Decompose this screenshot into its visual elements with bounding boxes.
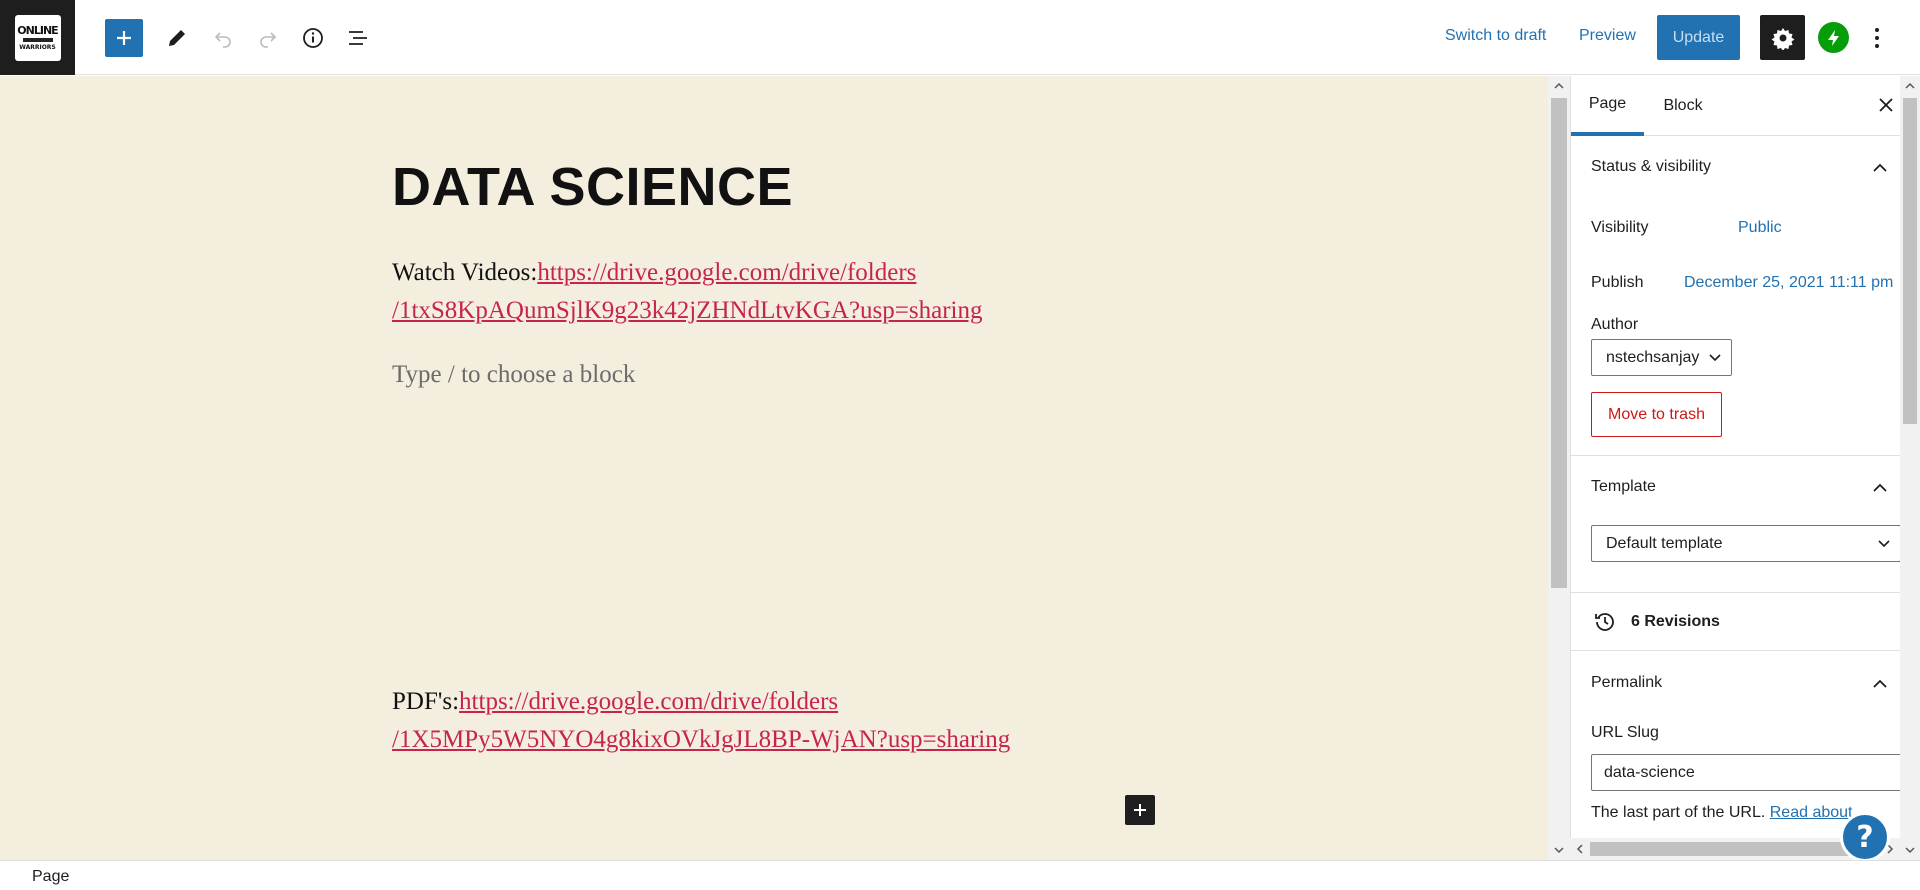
editor-header: ONLINE WARRIORS Switch to draft Preview …: [0, 0, 1920, 75]
block-inserter-button[interactable]: [1125, 795, 1155, 825]
url-slug-label: URL Slug: [1591, 724, 1659, 741]
author-select[interactable]: nstechsanjay: [1591, 339, 1732, 376]
permalink-panel-toggle[interactable]: Permalink: [1571, 652, 1900, 714]
undo-button[interactable]: [204, 19, 242, 57]
editor-scrollbar-thumb[interactable]: [1551, 98, 1567, 588]
permalink-help-text: The last part of the URL. Read about: [1591, 804, 1852, 822]
chevron-up-icon: [1869, 476, 1891, 498]
watch-link-line2: /1txS8KpAQumSjlK9g23k42jZHNdLtvKGA?usp=s…: [392, 297, 983, 324]
chevron-up-icon: [1869, 672, 1891, 694]
author-label: Author: [1591, 316, 1639, 333]
empty-block-placeholder[interactable]: Type / to choose a block: [392, 356, 1152, 394]
revisions-link[interactable]: 6 Revisions: [1591, 608, 1720, 636]
sidebar-tabs: Page Block: [1571, 76, 1900, 136]
switch-to-draft-button[interactable]: Switch to draft: [1445, 27, 1546, 45]
jetpack-icon: [1827, 29, 1839, 46]
pdfs-label: PDF's:: [392, 688, 460, 715]
history-icon: [1591, 608, 1619, 636]
template-panel-toggle[interactable]: Template: [1571, 456, 1900, 518]
publish-label: Publish: [1591, 274, 1644, 291]
horizontal-scrollbar-thumb[interactable]: [1590, 842, 1870, 856]
options-menu-button[interactable]: [1862, 19, 1892, 57]
visibility-toggle[interactable]: Public: [1738, 219, 1782, 237]
tab-block[interactable]: Block: [1653, 76, 1713, 136]
help-button[interactable]: ?: [1840, 812, 1890, 862]
status-visibility-heading: Status & visibility: [1591, 158, 1712, 175]
logo-text-line2: WARRIORS: [19, 43, 56, 51]
visibility-label: Visibility: [1591, 219, 1649, 236]
settings-button[interactable]: [1760, 15, 1805, 60]
tools-button[interactable]: [158, 19, 196, 57]
logo-text-line1: ONLINE: [17, 23, 58, 37]
editor-canvas[interactable]: DATA SCIENCE Watch Videos:https://drive.…: [0, 76, 1548, 860]
sidebar-scrollbar-thumb[interactable]: [1903, 98, 1917, 424]
publish-date-toggle[interactable]: December 25, 2021 11:11 pm: [1684, 274, 1893, 292]
template-heading: Template: [1591, 478, 1656, 495]
revisions-label: 6 Revisions: [1631, 613, 1720, 630]
settings-sidebar: Page Block Status & visibility Visibilit…: [1570, 76, 1900, 860]
more-vertical-icon: [1875, 28, 1879, 48]
paragraph-pdfs[interactable]: PDF's:https://drive.google.com/drive/fol…: [392, 683, 1152, 759]
close-sidebar-button[interactable]: [1871, 90, 1900, 120]
chevron-down-icon: [1876, 536, 1892, 552]
scroll-up-arrow[interactable]: [1900, 76, 1920, 96]
close-icon: [1879, 98, 1893, 112]
add-block-button[interactable]: [105, 19, 143, 57]
permalink-help-body: The last part of the URL.: [1591, 804, 1770, 821]
list-view-button[interactable]: [339, 19, 377, 57]
redo-icon: [260, 32, 277, 48]
scroll-down-arrow[interactable]: [1548, 840, 1570, 860]
watch-videos-label: Watch Videos:: [392, 259, 538, 286]
panel-divider: [1571, 650, 1900, 651]
watch-link-line1: https://drive.google.com/drive/folders: [537, 259, 917, 286]
site-logo-button[interactable]: ONLINE WARRIORS: [0, 0, 75, 75]
scroll-left-arrow[interactable]: [1572, 840, 1588, 858]
move-to-trash-button[interactable]: Move to trash: [1591, 392, 1722, 437]
pdf-link-line1: https://drive.google.com/drive/folders: [459, 688, 839, 715]
chevron-down-icon: [1707, 350, 1723, 366]
permalink-heading: Permalink: [1591, 674, 1663, 691]
sidebar-scrollbar[interactable]: [1900, 76, 1920, 860]
breadcrumb-page[interactable]: Page: [32, 868, 69, 886]
list-view-icon: [349, 31, 367, 45]
post-title[interactable]: DATA SCIENCE: [392, 156, 793, 218]
pencil-icon: [169, 30, 185, 46]
scroll-down-arrow[interactable]: [1900, 840, 1920, 860]
gear-icon: [1771, 27, 1794, 50]
template-select-value: Default template: [1606, 534, 1723, 552]
panel-divider: [1571, 592, 1900, 593]
preview-button[interactable]: Preview: [1579, 27, 1636, 45]
paragraph-watch-videos[interactable]: Watch Videos:https://drive.google.com/dr…: [392, 254, 1152, 330]
chevron-up-icon: [1869, 156, 1891, 178]
pdf-link-line2: /1X5MPy5W5NYO4g8kixOVkJgJL8BP-WjAN?usp=s…: [392, 726, 1011, 753]
help-icon: ?: [1856, 819, 1874, 855]
plus-icon: [117, 31, 131, 45]
info-icon: [303, 28, 323, 48]
read-about-permalinks-link[interactable]: Read about: [1770, 804, 1853, 821]
template-select[interactable]: Default template: [1591, 525, 1900, 562]
jetpack-button[interactable]: [1818, 22, 1849, 53]
author-select-value: nstechsanjay: [1606, 348, 1700, 366]
undo-icon: [214, 32, 231, 48]
redo-button[interactable]: [249, 19, 287, 57]
tab-page[interactable]: Page: [1571, 76, 1644, 136]
details-button[interactable]: [294, 19, 332, 57]
status-visibility-panel-toggle[interactable]: Status & visibility: [1571, 136, 1900, 198]
plus-icon: [1134, 804, 1146, 816]
url-slug-input[interactable]: data-science: [1591, 754, 1900, 791]
update-button[interactable]: Update: [1657, 15, 1740, 60]
logo-divider: [22, 37, 53, 42]
scroll-up-arrow[interactable]: [1548, 76, 1570, 96]
editor-scrollbar[interactable]: [1548, 76, 1570, 860]
site-logo-icon: ONLINE WARRIORS: [14, 14, 61, 61]
block-breadcrumb-bar: Page: [0, 860, 1920, 890]
pdfs-link[interactable]: https://drive.google.com/drive/folders/1…: [392, 688, 1010, 753]
